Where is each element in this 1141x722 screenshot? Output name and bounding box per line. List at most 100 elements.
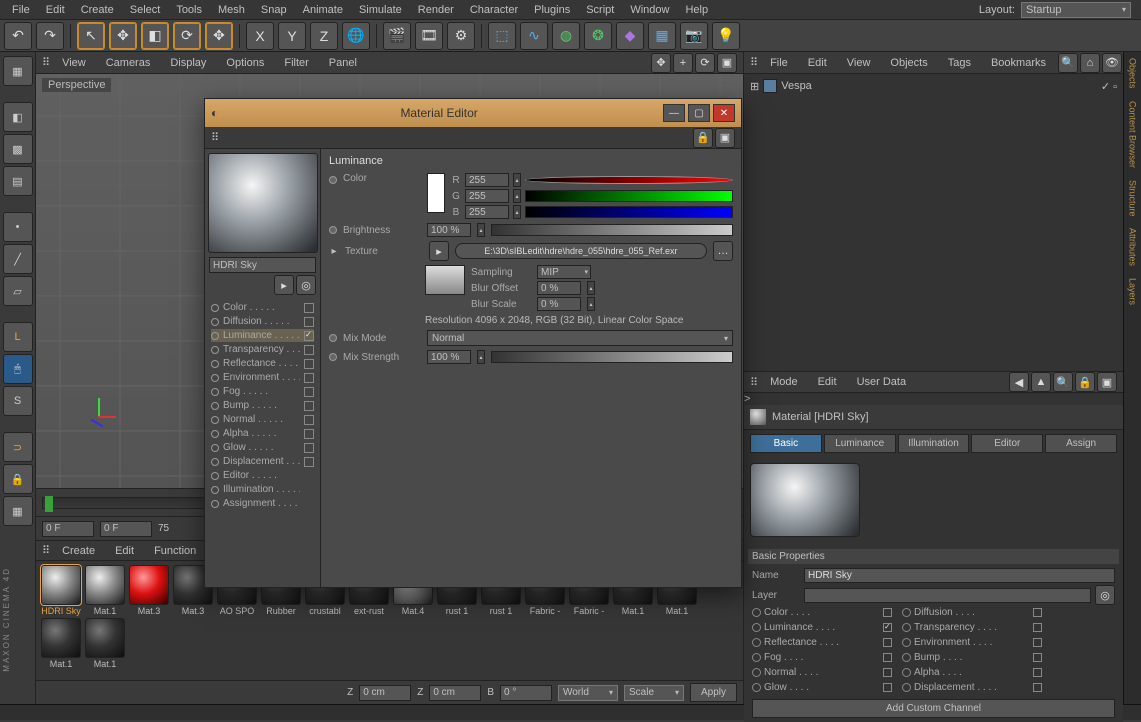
color-swatch[interactable]: [427, 173, 445, 213]
b-rot-field[interactable]: 0 °: [500, 685, 552, 701]
menu-help[interactable]: Help: [677, 2, 716, 18]
vtab-structure[interactable]: Structure: [1126, 174, 1140, 223]
am-back-icon[interactable]: ◀: [1009, 372, 1029, 392]
mixstrength-slider[interactable]: [491, 351, 733, 363]
mm-menu-function[interactable]: Function: [146, 543, 204, 559]
undo-button[interactable]: ↶: [4, 22, 32, 50]
move-tool[interactable]: ✥: [109, 22, 137, 50]
lock-toggle[interactable]: 🔒: [3, 464, 33, 494]
am-up-icon[interactable]: ▲: [1031, 372, 1051, 392]
axis-z-toggle[interactable]: Z: [310, 22, 338, 50]
spinner-icon[interactable]: ▴: [513, 189, 521, 203]
menu-create[interactable]: Create: [73, 2, 122, 18]
me-channel-reflectance[interactable]: Reflectance . . . . .: [211, 357, 314, 370]
texture-arrow-icon[interactable]: ▸: [429, 241, 449, 261]
render-view-button[interactable]: 🎬: [383, 22, 411, 50]
add-camera-button[interactable]: 📷: [680, 22, 708, 50]
live-select-tool[interactable]: ↖: [77, 22, 105, 50]
channel-fog[interactable]: Fog . . . .: [752, 652, 892, 663]
object-row-vespa[interactable]: ⊞ Vespa ✓ ▫: [748, 78, 1119, 94]
add-instance-button[interactable]: ❂: [584, 22, 612, 50]
slider-g[interactable]: [525, 190, 733, 202]
axis-mode[interactable]: L: [3, 322, 33, 352]
om-eye-icon[interactable]: 👁: [1102, 53, 1122, 73]
frame-start-field[interactable]: 0 F: [42, 521, 94, 537]
view-menu-panel[interactable]: Panel: [321, 55, 365, 71]
am-search-icon[interactable]: 🔍: [1053, 372, 1073, 392]
mixmode-dropdown[interactable]: Normal: [427, 330, 733, 346]
attr-tab-basic[interactable]: Basic: [750, 434, 822, 453]
vtab-attributes[interactable]: Attributes: [1126, 222, 1140, 272]
add-spline-button[interactable]: ∿: [520, 22, 548, 50]
me-channel-bump[interactable]: Bump . . . . .: [211, 399, 314, 412]
add-environment-button[interactable]: ▦: [648, 22, 676, 50]
scale-tool[interactable]: ◧: [141, 22, 169, 50]
attr-tab-luminance[interactable]: Luminance: [824, 434, 896, 453]
prev-target-icon[interactable]: ◎: [296, 275, 316, 295]
channel-normal[interactable]: Normal . . . .: [752, 667, 892, 678]
me-channel-assignment[interactable]: Assignment . . . . .: [211, 497, 314, 510]
material-thumb[interactable]: Mat.1: [84, 618, 126, 669]
add-light-button[interactable]: 💡: [712, 22, 740, 50]
menu-mesh[interactable]: Mesh: [210, 2, 253, 18]
channel-reflectance[interactable]: Reflectance . . . .: [752, 637, 892, 648]
make-editable-button[interactable]: ▦: [3, 56, 33, 86]
sampling-dropdown[interactable]: MIP: [537, 265, 591, 279]
coord-mode-dropdown[interactable]: Scale: [624, 685, 684, 701]
view-pan-icon[interactable]: ✥: [651, 53, 671, 73]
frame-current-field[interactable]: 0 F: [100, 521, 152, 537]
layer-field[interactable]: [804, 588, 1091, 603]
material-thumb[interactable]: Mat.1: [84, 565, 126, 616]
channel-displacement[interactable]: Displacement . . . .: [902, 682, 1042, 693]
am-menu-mode[interactable]: Mode: [762, 374, 806, 390]
attr-tab-editor[interactable]: Editor: [971, 434, 1043, 453]
axis-y-toggle[interactable]: Y: [278, 22, 306, 50]
view-toggle-icon[interactable]: ▣: [717, 53, 737, 73]
grip-icon[interactable]: ⠿: [750, 56, 758, 69]
spinner-icon[interactable]: ▴: [513, 205, 521, 219]
texture-thumbnail[interactable]: [425, 265, 465, 295]
vtab-layers[interactable]: Layers: [1126, 272, 1140, 311]
redo-button[interactable]: ↷: [36, 22, 64, 50]
texture-path-field[interactable]: E:\3D\sIBLedit\hdre\hdre_055\hdre_055_Re…: [455, 243, 707, 259]
menu-simulate[interactable]: Simulate: [351, 2, 410, 18]
slider-b[interactable]: [525, 206, 733, 218]
prev-nav-icon[interactable]: ▸: [274, 275, 294, 295]
object-name[interactable]: Vespa: [781, 80, 812, 92]
spinner-icon[interactable]: ▴: [513, 173, 521, 187]
snap-toggle[interactable]: S: [3, 386, 33, 416]
menu-render[interactable]: Render: [410, 2, 462, 18]
attr-tab-illumination[interactable]: Illumination: [898, 434, 970, 453]
channel-environment[interactable]: Environment . . . .: [902, 637, 1042, 648]
me-channel-diffusion[interactable]: Diffusion . . . . .: [211, 315, 314, 328]
model-mode[interactable]: ◧: [3, 102, 33, 132]
view-menu-options[interactable]: Options: [218, 55, 272, 71]
magnet-tool[interactable]: ⊃: [3, 432, 33, 462]
channel-color[interactable]: Color . . . .: [752, 607, 892, 618]
coord-apply-button[interactable]: Apply: [690, 683, 737, 702]
menu-tools[interactable]: Tools: [168, 2, 210, 18]
channel-alpha[interactable]: Alpha . . . .: [902, 667, 1042, 678]
brightness-slider[interactable]: [491, 224, 733, 236]
layer-picker-icon[interactable]: ◎: [1095, 585, 1115, 605]
channel-bump[interactable]: Bump . . . .: [902, 652, 1042, 663]
channel-transparency[interactable]: Transparency . . . .: [902, 622, 1042, 633]
me-channel-editor[interactable]: Editor . . . . .: [211, 469, 314, 482]
layout-dropdown[interactable]: Startup: [1021, 2, 1131, 18]
z-pos-field[interactable]: 0 cm: [359, 685, 411, 701]
me-channel-normal[interactable]: Normal . . . . .: [211, 413, 314, 426]
tweak-mode[interactable]: 🖱: [3, 354, 33, 384]
om-home-icon[interactable]: ⌂: [1080, 53, 1100, 73]
slider-r[interactable]: [525, 176, 733, 184]
me-channel-environment[interactable]: Environment . . . . .: [211, 371, 314, 384]
coord-space-dropdown[interactable]: World: [558, 685, 618, 701]
view-menu-display[interactable]: Display: [162, 55, 214, 71]
mm-menu-edit[interactable]: Edit: [107, 543, 142, 559]
menu-file[interactable]: File: [4, 2, 38, 18]
mm-menu-create[interactable]: Create: [54, 543, 103, 559]
color-r-field[interactable]: 255: [465, 173, 509, 187]
edges-mode[interactable]: ╱: [3, 244, 33, 274]
grip-icon[interactable]: ⠿: [42, 56, 50, 69]
attr-material-preview[interactable]: [750, 463, 860, 537]
channel-diffusion[interactable]: Diffusion . . . .: [902, 607, 1042, 618]
